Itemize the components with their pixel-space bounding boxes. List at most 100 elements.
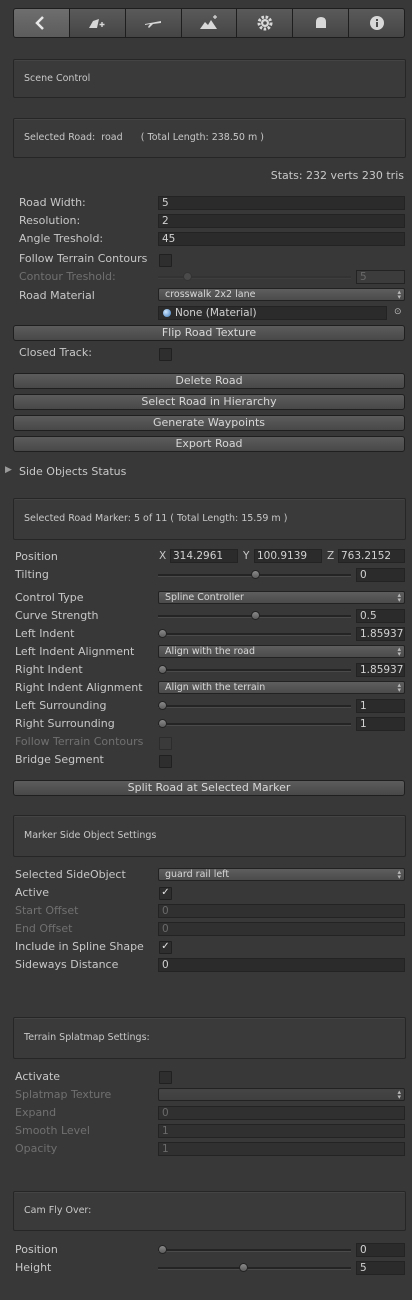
sideways-distance-field[interactable]: 0 bbox=[158, 958, 405, 972]
right-surrounding-value[interactable]: 1 bbox=[356, 717, 405, 731]
closed-track-label: Closed Track: bbox=[19, 346, 92, 359]
generate-waypoints-button[interactable]: Generate Waypoints bbox=[13, 415, 405, 431]
checkmark-icon: ✓ bbox=[161, 887, 170, 898]
settings-button[interactable] bbox=[236, 8, 293, 38]
slider-knob[interactable] bbox=[157, 1245, 167, 1254]
slider-knob[interactable] bbox=[238, 1263, 248, 1272]
right-indent-alignment-dropdown[interactable]: Align with the terrain ▴ ▾ bbox=[158, 681, 405, 694]
cam-position-label: Position bbox=[15, 1243, 58, 1256]
export-road-button[interactable]: Export Road bbox=[13, 436, 405, 452]
scene-control-box: Scene Control bbox=[13, 59, 406, 98]
road-width-field[interactable]: 5 bbox=[158, 196, 405, 210]
bridge-segment-label: Bridge Segment bbox=[15, 753, 104, 766]
curve-strength-value[interactable]: 0.5 bbox=[356, 609, 405, 623]
selected-sideobject-value: guard rail left bbox=[165, 869, 230, 880]
start-offset-label: Start Offset bbox=[15, 904, 79, 917]
start-offset-field[interactable]: 0 bbox=[158, 904, 405, 918]
splatmap-texture-label: Splatmap Texture bbox=[15, 1088, 112, 1101]
left-surrounding-value[interactable]: 1 bbox=[356, 699, 405, 713]
checkmark-icon: ✓ bbox=[161, 941, 170, 952]
active-checkbox[interactable]: ✓ bbox=[159, 887, 172, 900]
left-indent-slider[interactable] bbox=[157, 628, 351, 640]
slider-knob[interactable] bbox=[157, 665, 167, 674]
stats-text: Stats: 232 verts 230 tris bbox=[270, 169, 404, 182]
curve-strength-slider[interactable] bbox=[158, 610, 351, 622]
updown-arrow-icon: ▴ ▾ bbox=[397, 288, 401, 301]
notify-button[interactable] bbox=[292, 8, 349, 38]
slider-knob[interactable] bbox=[250, 611, 260, 620]
angle-treshold-field[interactable]: 45 bbox=[158, 232, 405, 246]
end-offset-field[interactable]: 0 bbox=[158, 922, 405, 936]
slider-knob[interactable] bbox=[157, 629, 167, 638]
z-label: Z bbox=[327, 550, 335, 562]
slider-knob[interactable] bbox=[182, 272, 192, 281]
contour-treshold-value[interactable]: 5 bbox=[356, 270, 405, 284]
marker-info-box: Selected Road Marker: 5 of 11 ( Total Le… bbox=[13, 498, 406, 540]
follow-terrain-label: Follow Terrain Contours bbox=[19, 252, 148, 265]
marker-follow-terrain-checkbox[interactable] bbox=[159, 737, 172, 750]
follow-terrain-checkbox[interactable] bbox=[159, 254, 172, 267]
updown-arrow-icon: ▴ ▾ bbox=[397, 1088, 401, 1101]
cam-height-value[interactable]: 5 bbox=[356, 1261, 405, 1275]
position-x-field[interactable]: 314.2961 bbox=[170, 549, 238, 563]
expand-field[interactable]: 0 bbox=[158, 1106, 405, 1120]
curve-strength-label: Curve Strength bbox=[15, 609, 99, 622]
selected-road-label: Selected Road: bbox=[24, 132, 96, 143]
tilting-value[interactable]: 0 bbox=[356, 568, 405, 582]
tilting-slider[interactable] bbox=[158, 569, 351, 581]
terrain-button[interactable] bbox=[180, 8, 237, 38]
delete-road-button[interactable]: Delete Road bbox=[13, 373, 405, 389]
control-type-label: Control Type bbox=[15, 591, 84, 604]
material-object-field[interactable]: None (Material) bbox=[158, 306, 387, 320]
slider-knob[interactable] bbox=[157, 701, 167, 710]
cam-position-slider[interactable] bbox=[157, 1244, 351, 1256]
cam-height-slider[interactable] bbox=[158, 1262, 351, 1274]
foldout-arrow-icon[interactable]: ▶ bbox=[5, 465, 12, 475]
left-indent-alignment-dropdown[interactable]: Align with the road ▴ ▾ bbox=[158, 645, 405, 658]
side-objects-status-foldout[interactable]: Side Objects Status bbox=[19, 465, 126, 478]
flip-road-texture-button[interactable]: Flip Road Texture bbox=[13, 325, 405, 341]
back-button[interactable] bbox=[13, 8, 69, 38]
slider-knob[interactable] bbox=[250, 570, 260, 579]
right-indent-value[interactable]: 1.85937 bbox=[356, 663, 405, 677]
road-material-dropdown[interactable]: crosswalk 2x2 lane ▴ ▾ bbox=[158, 288, 405, 301]
position-label: Position bbox=[15, 550, 58, 563]
splatmap-settings-box: Terrain Splatmap Settings: bbox=[13, 1017, 406, 1059]
fly-button[interactable] bbox=[124, 8, 181, 38]
object-picker-icon[interactable]: ⊙ bbox=[394, 307, 402, 317]
include-spline-label: Include in Spline Shape bbox=[15, 940, 144, 953]
closed-track-checkbox[interactable] bbox=[159, 348, 172, 361]
updown-arrow-icon: ▴ ▾ bbox=[397, 645, 401, 658]
info-button[interactable] bbox=[348, 8, 406, 38]
add-road-button[interactable] bbox=[68, 8, 125, 38]
info-icon bbox=[369, 16, 384, 30]
updown-arrow-icon: ▴ ▾ bbox=[397, 591, 401, 604]
marker-info-text: Selected Road Marker: 5 of 11 ( Total Le… bbox=[24, 513, 288, 524]
smooth-level-field[interactable]: 1 bbox=[158, 1124, 405, 1138]
resolution-field[interactable]: 2 bbox=[158, 214, 405, 228]
splatmap-texture-dropdown[interactable]: ▴ ▾ bbox=[158, 1088, 405, 1101]
include-spline-checkbox[interactable]: ✓ bbox=[159, 941, 172, 954]
position-z-field[interactable]: 763.2152 bbox=[338, 549, 405, 563]
contour-treshold-slider[interactable] bbox=[158, 271, 351, 283]
marker-follow-terrain-label: Follow Terrain Contours bbox=[15, 735, 144, 748]
control-type-dropdown[interactable]: Spline Controller ▴ ▾ bbox=[158, 591, 405, 604]
road-material-label: Road Material bbox=[19, 289, 95, 302]
position-y-field[interactable]: 100.9139 bbox=[254, 549, 322, 563]
split-road-button[interactable]: Split Road at Selected Marker bbox=[13, 780, 405, 796]
left-surrounding-slider[interactable] bbox=[157, 700, 351, 712]
bell-icon bbox=[315, 17, 326, 28]
right-surrounding-slider[interactable] bbox=[157, 718, 351, 730]
slider-knob[interactable] bbox=[157, 719, 167, 728]
bridge-segment-checkbox[interactable] bbox=[159, 755, 172, 768]
tilting-label: Tilting bbox=[15, 568, 49, 581]
selected-sideobject-dropdown[interactable]: guard rail left ▴ ▾ bbox=[158, 868, 405, 881]
left-indent-value[interactable]: 1.85937 bbox=[356, 627, 405, 641]
select-road-button[interactable]: Select Road in Hierarchy bbox=[13, 394, 405, 410]
sideways-distance-label: Sideways Distance bbox=[15, 958, 119, 971]
opacity-field[interactable]: 1 bbox=[158, 1142, 405, 1156]
activate-checkbox[interactable] bbox=[159, 1071, 172, 1084]
selected-road-box: Selected Road: road ( Total Length: 238.… bbox=[13, 118, 406, 158]
cam-position-value[interactable]: 0 bbox=[356, 1243, 405, 1257]
right-indent-slider[interactable] bbox=[157, 664, 351, 676]
